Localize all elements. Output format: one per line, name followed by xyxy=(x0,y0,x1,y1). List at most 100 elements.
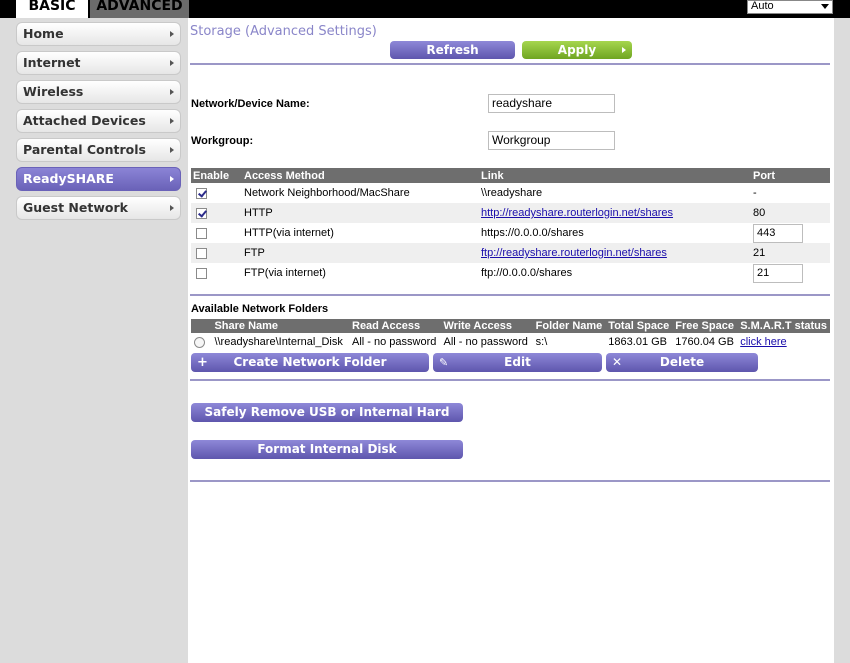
port-value: 80 xyxy=(753,207,766,219)
folders-section-title: Available Network Folders xyxy=(191,303,329,315)
access-method-cell: FTP(via internet) xyxy=(244,267,326,279)
chevron-down-icon xyxy=(821,4,829,9)
language-select[interactable]: Auto xyxy=(747,0,833,14)
safely-remove-button[interactable]: Safely Remove USB or Internal Hard Drive xyxy=(191,403,463,438)
sidebar-item-label: ReadySHARE xyxy=(23,171,114,186)
chevron-right-icon xyxy=(170,176,174,182)
folder-name-cell: s:\ xyxy=(535,336,548,348)
main-panel: Storage (Advanced Settings) Refresh Appl… xyxy=(188,18,834,663)
port-value: - xyxy=(753,187,757,199)
read-access-cell: All - no password xyxy=(352,336,437,348)
device-name-label: Network/Device Name: xyxy=(191,98,310,110)
create-network-folder-button[interactable]: + Create Network Folder xyxy=(191,353,429,372)
chevron-right-icon xyxy=(170,60,174,66)
share-name-cell: \\readyshare\Internal_Disk xyxy=(214,336,343,348)
select-cell xyxy=(191,333,211,351)
column-header-free-space: Free Space xyxy=(672,319,738,333)
plus-icon: + xyxy=(197,355,208,370)
column-header-write-access: Write Access xyxy=(440,319,533,333)
chevron-right-icon xyxy=(170,89,174,95)
enable-checkbox[interactable] xyxy=(196,247,207,259)
enable-cell xyxy=(191,183,242,203)
edit-button[interactable]: ✎ Edit xyxy=(433,353,602,372)
port-cell: - xyxy=(751,183,830,203)
column-header-select xyxy=(191,319,212,333)
column-header-smart-status: S.M.A.R.T status xyxy=(737,319,830,333)
column-header-total-space: Total Space xyxy=(605,319,673,333)
apply-button[interactable]: Apply xyxy=(522,41,632,59)
link-cell: http://readyshare.routerlogin.net/shares xyxy=(479,203,751,223)
port-cell: 21 xyxy=(751,243,830,263)
access-method-cell: Network Neighborhood/MacShare xyxy=(244,187,410,199)
create-network-folder-label: Create Network Folder xyxy=(233,355,387,369)
link-cell: ftp://readyshare.routerlogin.net/shares xyxy=(479,243,751,263)
enable-checkbox[interactable] xyxy=(196,267,207,279)
enable-checkbox[interactable] xyxy=(196,227,207,239)
chevron-right-icon xyxy=(170,118,174,124)
sidebar-item-label: Parental Controls xyxy=(23,142,146,157)
delete-label: Delete xyxy=(659,355,705,369)
delete-button[interactable]: ✕ Delete xyxy=(606,353,758,372)
port-value: 21 xyxy=(753,247,766,259)
sidebar-item-readyshare[interactable]: ReadySHARE xyxy=(16,167,181,191)
table-row: Network Neighborhood/MacShare \\readyshar… xyxy=(191,183,830,203)
port-input[interactable]: 21 xyxy=(753,263,803,283)
link-cell: ftp://0.0.0.0/shares xyxy=(479,263,751,283)
device-name-input[interactable]: readyshare xyxy=(488,94,615,113)
share-link[interactable]: ftp://readyshare.routerlogin.net/shares xyxy=(481,247,667,259)
folder-radio[interactable] xyxy=(194,336,205,348)
sidebar-item-label: Attached Devices xyxy=(23,113,146,128)
column-header-folder-name: Folder Name xyxy=(532,319,606,333)
chevron-right-icon xyxy=(170,31,174,37)
access-method-cell: HTTP(via internet) xyxy=(244,227,334,239)
sidebar: Home Internet Wireless Attached Devices Pare… xyxy=(16,22,181,225)
smart-status-cell: click here xyxy=(737,333,830,351)
sidebar-item-internet[interactable]: Internet xyxy=(16,51,181,75)
enable-cell xyxy=(191,203,242,223)
network-folders-table: Share Name Read Access Write Access Fold… xyxy=(191,319,830,351)
smart-status-link[interactable]: click here xyxy=(740,336,786,348)
divider xyxy=(190,480,830,482)
port-cell: 443 xyxy=(751,223,830,243)
divider xyxy=(190,379,830,381)
sidebar-item-home[interactable]: Home xyxy=(16,22,181,46)
sidebar-item-label: Guest Network xyxy=(23,200,128,215)
sidebar-item-label: Home xyxy=(23,26,64,41)
tab-advanced[interactable]: ADVANCED xyxy=(90,0,189,18)
column-header-read-access: Read Access xyxy=(349,319,441,333)
workgroup-input[interactable]: Workgroup xyxy=(488,131,615,150)
column-header-port: Port xyxy=(751,168,830,183)
table-header-row: Share Name Read Access Write Access Fold… xyxy=(191,319,830,333)
table-row: FTP ftp://readyshare.routerlogin.net/shar… xyxy=(191,243,830,263)
edit-label: Edit xyxy=(504,355,531,369)
table-row: HTTP http://readyshare.routerlogin.net/sh… xyxy=(191,203,830,223)
language-selected-value: Auto xyxy=(751,0,774,12)
enable-cell xyxy=(191,263,242,283)
page-title: Storage (Advanced Settings) xyxy=(190,24,377,39)
tab-basic[interactable]: BASIC xyxy=(16,0,88,18)
column-header-share-name: Share Name xyxy=(211,319,349,333)
table-row: HTTP(via internet) https://0.0.0.0/shares… xyxy=(191,223,830,243)
column-header-link: Link xyxy=(479,168,751,183)
enable-checkbox[interactable] xyxy=(196,207,207,219)
top-bar: BASIC ADVANCED Auto xyxy=(0,0,850,18)
refresh-button[interactable]: Refresh xyxy=(390,41,515,59)
total-space-cell: 1863.01 GB xyxy=(608,336,668,348)
chevron-right-icon xyxy=(622,47,626,53)
link-cell: https://0.0.0.0/shares xyxy=(479,223,751,243)
link-cell: \\readyshare xyxy=(479,183,751,203)
share-link[interactable]: http://readyshare.routerlogin.net/shares xyxy=(481,207,673,219)
port-input[interactable]: 443 xyxy=(753,223,803,243)
port-cell: 80 xyxy=(751,203,830,223)
sidebar-item-guest-network[interactable]: Guest Network xyxy=(16,196,181,220)
enable-checkbox[interactable] xyxy=(196,187,207,199)
format-disk-button[interactable]: Format Internal Disk xyxy=(191,440,463,459)
enable-cell xyxy=(191,223,242,243)
sidebar-item-parental-controls[interactable]: Parental Controls xyxy=(16,138,181,162)
table-row: \\readyshare\Internal_Disk All - no passw… xyxy=(191,333,830,351)
pencil-icon: ✎ xyxy=(439,356,449,369)
access-method-cell: FTP xyxy=(242,243,479,263)
column-header-enable: Enable xyxy=(191,168,242,183)
sidebar-item-wireless[interactable]: Wireless xyxy=(16,80,181,104)
sidebar-item-attached-devices[interactable]: Attached Devices xyxy=(16,109,181,133)
